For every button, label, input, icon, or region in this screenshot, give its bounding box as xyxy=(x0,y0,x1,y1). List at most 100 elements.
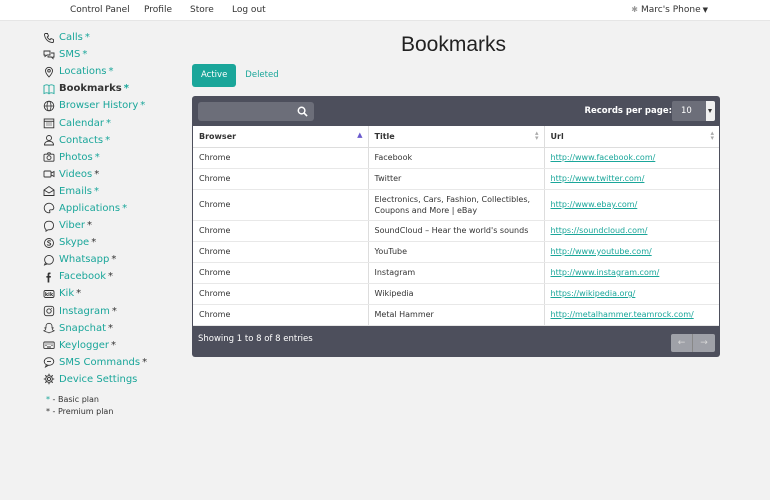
tab-active[interactable]: Active xyxy=(192,64,237,87)
sidebar-item-videos[interactable]: Videos * xyxy=(43,166,183,183)
bookmarks-table: Browser ▲ Title ▴ ▾ Url ▴ ▾ Chrome Facebook htt… xyxy=(193,126,719,326)
cell-url-link[interactable]: http://www.facebook.com/ xyxy=(544,147,719,169)
cell-url-link[interactable]: http://www.ebay.com/ xyxy=(544,189,719,221)
tab-deleted[interactable]: Deleted xyxy=(236,64,287,87)
svg-text:kik: kik xyxy=(45,292,54,298)
sidebar-item-applications[interactable]: Applications * xyxy=(43,200,183,217)
cell-title: YouTube xyxy=(368,241,545,263)
sidebar-item-contacts[interactable]: Contacts * xyxy=(43,132,183,149)
cell-url-link[interactable]: http://www.instagram.com/ xyxy=(544,262,719,284)
table-row: Chrome Facebook http://www.facebook.com/ xyxy=(193,147,719,169)
sidebar-item-instagram[interactable]: Instagram * xyxy=(43,303,183,320)
sidebar-item-viber[interactable]: Viber * xyxy=(43,217,183,234)
sidebar-item-label: Emails xyxy=(59,185,92,197)
calendar-icon xyxy=(43,117,55,129)
skype-icon xyxy=(43,237,55,249)
sidebar-item-sms-commands[interactable]: SMS Commands * xyxy=(43,354,183,371)
message-cmd-icon xyxy=(43,356,55,369)
plan-star: * xyxy=(111,339,116,351)
sidebar-item-calls[interactable]: Calls * xyxy=(43,29,183,46)
table-header-row: Browser ▲ Title ▴ ▾ Url ▴ ▾ xyxy=(193,126,719,148)
globe-icon xyxy=(43,100,55,112)
sidebar-item-sms[interactable]: SMS * xyxy=(43,46,183,63)
nav-control-panel[interactable]: Control Panel xyxy=(70,5,130,15)
records-per-page-label: Records per page: xyxy=(584,106,672,116)
phone-icon xyxy=(43,32,55,44)
cell-url-link[interactable]: https://soundcloud.com/ xyxy=(544,220,719,242)
nav-profile[interactable]: Profile xyxy=(144,5,172,15)
sidebar-item-bookmarks[interactable]: Bookmarks * xyxy=(43,80,183,97)
sidebar-item-label: Snapchat xyxy=(59,322,107,334)
sidebar-item-label: Contacts xyxy=(59,134,104,146)
table-row: Chrome YouTube http://www.youtube.com/ xyxy=(193,241,719,263)
records-per-page-value: 10 xyxy=(681,106,692,116)
sidebar-item-emails[interactable]: Emails * xyxy=(43,183,183,200)
video-icon xyxy=(43,168,55,180)
sidebar-item-label: Applications xyxy=(59,202,121,214)
cell-title: Wikipedia xyxy=(368,283,545,305)
sidebar-item-label: Calls xyxy=(59,32,83,44)
device-selector[interactable]: ✱ Marc's Phone ▼ xyxy=(631,5,708,15)
search-icon[interactable] xyxy=(297,106,308,117)
sidebar-item-label: SMS xyxy=(59,49,81,61)
prev-page-button[interactable]: ← xyxy=(671,334,693,352)
sidebar-item-facebook[interactable]: Facebook * xyxy=(43,268,183,285)
column-header-browser[interactable]: Browser ▲ xyxy=(193,126,369,148)
table-row: Chrome Wikipedia https://wikipedia.org/ xyxy=(193,283,719,305)
page-title: Bookmarks xyxy=(401,33,507,56)
sidebar-item-skype[interactable]: Skype * xyxy=(43,234,183,251)
cell-url-link[interactable]: https://wikipedia.org/ xyxy=(544,283,719,305)
column-header-title[interactable]: Title ▴ ▾ xyxy=(368,126,545,148)
sidebar-item-kik[interactable]: kik Kik * xyxy=(43,285,183,302)
sidebar-item-label: Bookmarks xyxy=(59,83,122,95)
cell-url-link[interactable]: http://metalhammer.teamrock.com/ xyxy=(544,304,719,326)
tabs: Active Deleted xyxy=(192,64,288,87)
whatsapp-icon xyxy=(43,254,55,266)
search-input[interactable] xyxy=(198,102,314,121)
cell-browser: Chrome xyxy=(193,304,369,326)
sidebar-item-keylogger[interactable]: Keylogger * xyxy=(43,337,183,354)
sort-asc-icon: ▲ xyxy=(357,131,363,139)
sidebar-item-device-settings[interactable]: Device Settings xyxy=(43,371,183,388)
instagram-icon xyxy=(43,305,55,317)
sidebar-item-label: SMS Commands xyxy=(59,356,141,368)
legend-basic-text: * - Basic plan xyxy=(46,394,99,404)
plan-star: * xyxy=(87,220,93,232)
plan-star: * xyxy=(94,168,100,180)
sidebar-item-photos[interactable]: Photos * xyxy=(43,149,183,166)
plan-star: * xyxy=(94,151,100,163)
sidebar-item-whatsapp[interactable]: Whatsapp * xyxy=(43,251,183,268)
plan-star: * xyxy=(123,83,129,95)
person-icon xyxy=(43,134,55,146)
cell-browser: Chrome xyxy=(193,241,369,263)
viber-icon xyxy=(43,220,55,232)
snapchat-icon xyxy=(43,322,55,334)
sort-icon: ▴ ▾ xyxy=(710,129,714,142)
cell-url-link[interactable]: http://www.twitter.com/ xyxy=(544,168,719,190)
sidebar-item-label: Device Settings xyxy=(59,373,138,385)
table-row: Chrome Electronics, Cars, Fashion, Collec… xyxy=(193,189,719,221)
nav-log-out[interactable]: Log out xyxy=(232,5,266,15)
sidebar-item-label: Locations xyxy=(59,66,107,78)
cell-browser: Chrome xyxy=(193,147,369,169)
cell-url-link[interactable]: http://www.youtube.com/ xyxy=(544,241,719,263)
legend-basic: * - Basic plan xyxy=(46,394,183,406)
sidebar-item-label: Facebook xyxy=(59,271,106,283)
sidebar-item-snapchat[interactable]: Snapchat * xyxy=(43,320,183,337)
plan-star: * xyxy=(108,66,114,78)
bookmarks-table-panel: Records per page: 10 Browser ▲ Title ▴ ▾ Ur… xyxy=(192,96,720,357)
kik-icon: kik xyxy=(43,288,55,300)
sidebar-item-locations[interactable]: Locations * xyxy=(43,63,183,80)
nav-store[interactable]: Store xyxy=(190,5,214,15)
table-row: Chrome Metal Hammer http://metalhammer.tea… xyxy=(193,304,719,326)
android-icon: ✱ xyxy=(631,5,638,14)
plan-star: * xyxy=(76,288,82,300)
column-header-url[interactable]: Url ▴ ▾ xyxy=(544,126,719,148)
sidebar-item-calendar[interactable]: Calendar * xyxy=(43,114,183,131)
plan-star: * xyxy=(142,356,148,368)
pagination: ← → xyxy=(671,334,715,352)
table-row: Chrome Twitter http://www.twitter.com/ xyxy=(193,168,719,190)
sidebar-item-browser-history[interactable]: Browser History * xyxy=(43,97,183,114)
records-per-page-select[interactable]: 10 xyxy=(672,101,715,121)
next-page-button[interactable]: → xyxy=(693,334,715,352)
